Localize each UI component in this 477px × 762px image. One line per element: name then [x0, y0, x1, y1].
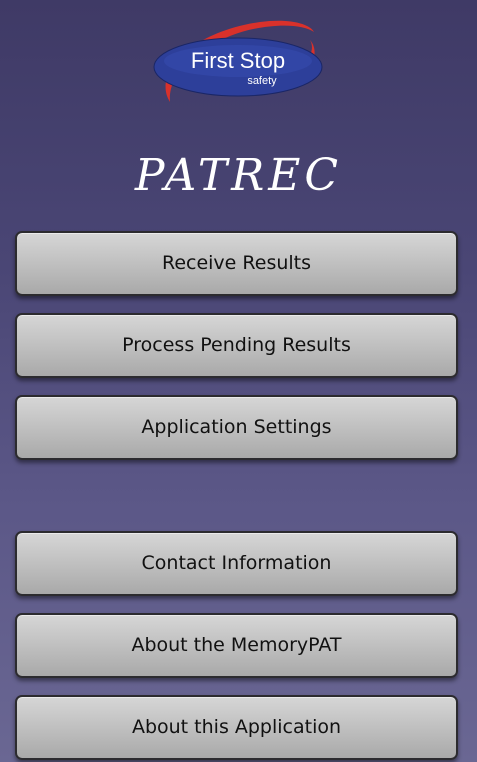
about-memorypat-label: About the MemoryPAT: [131, 634, 342, 656]
about-memorypat-button[interactable]: About the MemoryPAT: [15, 613, 458, 678]
logo-text-line1: First Stop: [191, 48, 285, 73]
first-stop-safety-logo: First Stop safety: [150, 14, 325, 124]
contact-information-label: Contact Information: [141, 552, 332, 574]
process-pending-results-button[interactable]: Process Pending Results: [15, 313, 458, 378]
logo-text-line2: safety: [247, 75, 277, 87]
about-application-button[interactable]: About this Application: [15, 695, 458, 760]
receive-results-label: Receive Results: [161, 252, 312, 274]
contact-information-button[interactable]: Contact Information: [15, 531, 458, 596]
process-pending-results-label: Process Pending Results: [122, 334, 351, 356]
application-settings-button[interactable]: Application Settings: [15, 395, 458, 460]
app-title: PATREC: [134, 150, 343, 201]
receive-results-button[interactable]: Receive Results: [15, 231, 458, 296]
about-application-label: About this Application: [131, 716, 342, 738]
application-settings-label: Application Settings: [141, 416, 332, 438]
